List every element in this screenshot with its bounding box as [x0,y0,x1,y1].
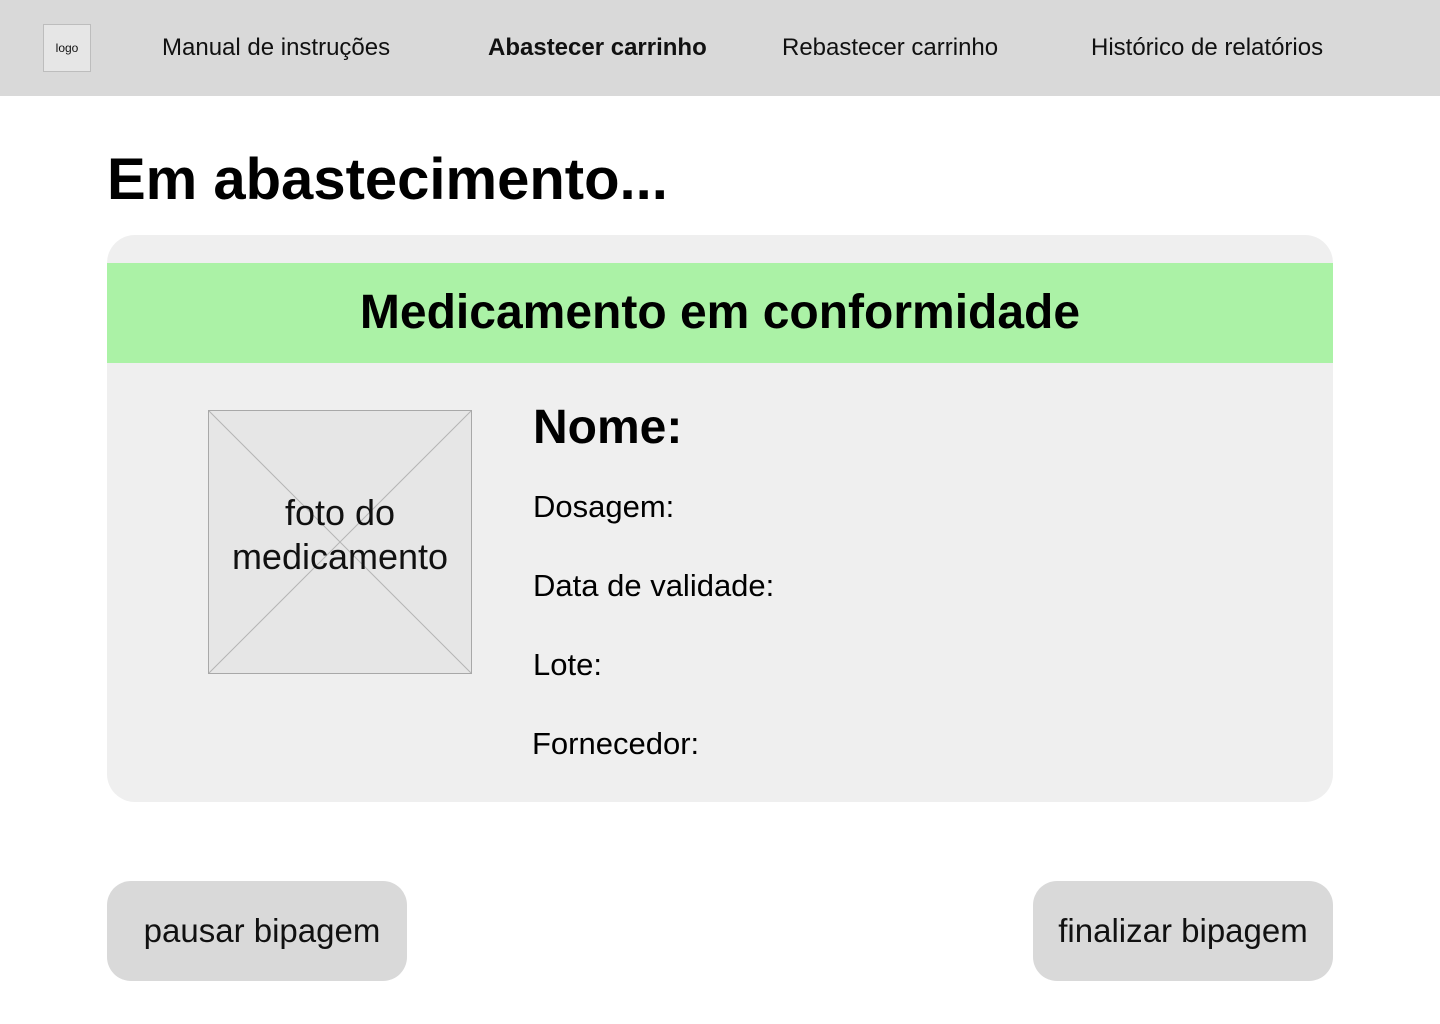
status-text: Medicamento em conformidade [359,286,1081,339]
page-title: Em abastecimento... [107,147,668,212]
nav-link-rebastecer-carrinho[interactable]: Rebastecer carrinho [782,30,998,66]
batch-label: Lote: [533,647,602,682]
pause-scanning-button[interactable]: pausar bipagem [107,881,407,981]
nav-link-historico-relatorios[interactable]: Histórico de relatórios [1091,30,1323,66]
photo-placeholder-label: foto do medicamento [231,492,449,577]
status-banner: Medicamento em conformidade [107,263,1333,363]
top-navigation-bar: logo Manual de instruções Abastecer carr… [0,0,1440,96]
medication-card: Medicamento em conformidade foto do medi… [107,235,1333,802]
nav-link-abastecer-carrinho[interactable]: Abastecer carrinho [488,30,707,66]
supplier-label: Fornecedor: [532,726,700,761]
medication-photo-placeholder: foto do medicamento [208,410,472,674]
logo: logo [43,24,91,72]
expiry-date-label: Data de validade: [533,568,775,603]
medication-name-label: Nome: [533,401,683,454]
dosage-label: Dosagem: [533,489,675,524]
nav-link-manual[interactable]: Manual de instruções [162,30,390,66]
finish-scanning-button[interactable]: finalizar bipagem [1033,881,1333,981]
